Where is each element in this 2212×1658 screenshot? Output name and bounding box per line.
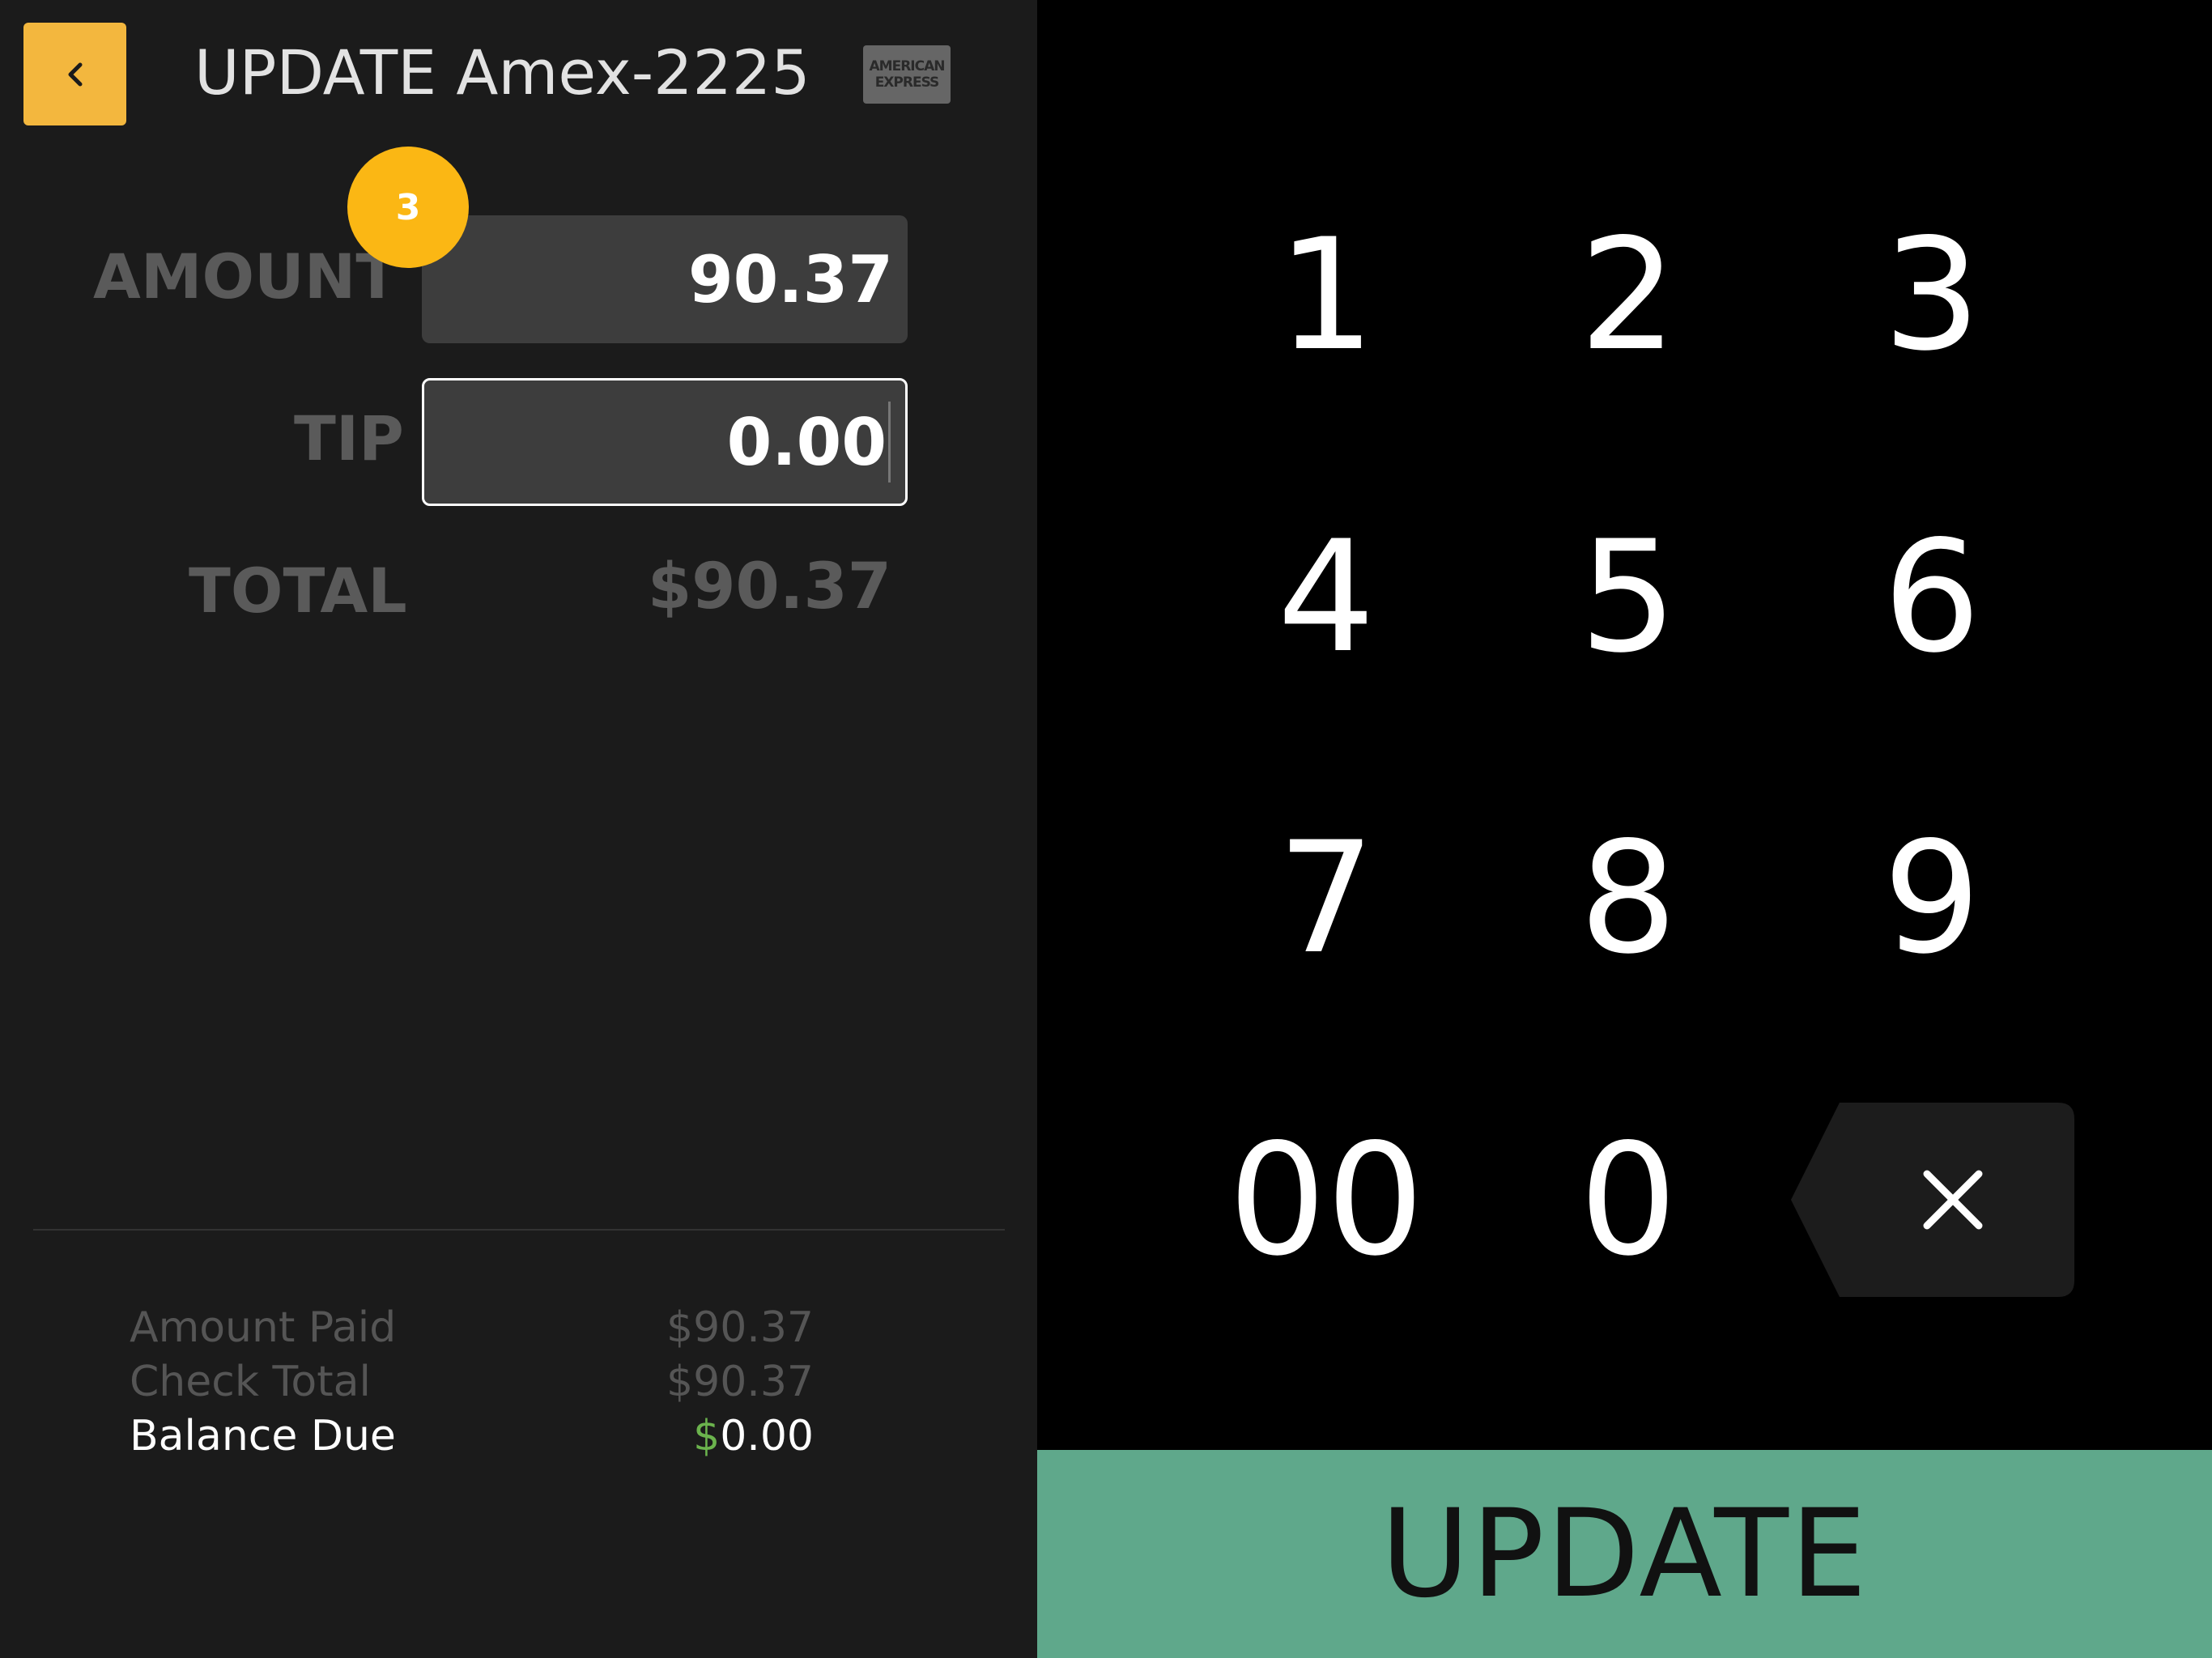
amount-paid-label: Amount Paid — [130, 1303, 397, 1352]
key-3[interactable]: 3 — [1810, 174, 2053, 417]
backspace-button[interactable] — [1791, 1103, 2074, 1297]
key-5[interactable]: 5 — [1507, 476, 1750, 719]
update-button[interactable]: UPDATE — [1037, 1450, 2212, 1658]
balance-due-value: 0.00 — [720, 1412, 814, 1460]
key-8[interactable]: 8 — [1507, 777, 1750, 1020]
check-total-label: Check Total — [130, 1358, 371, 1406]
app-root: UPDATE Amex-2225 AMERICAN EXPRESS AMOUNT… — [0, 0, 2212, 1658]
tip-field[interactable]: 0.00 — [422, 378, 908, 506]
balance-due-currency: $ — [693, 1412, 721, 1460]
amount-field[interactable]: 90.37 — [422, 215, 908, 343]
key-2[interactable]: 2 — [1507, 174, 1750, 417]
balance-due-label: Balance Due — [130, 1412, 396, 1460]
total-value: $90.37 — [648, 551, 891, 623]
card-logo-line1: AMERICAN — [869, 58, 946, 74]
key-00[interactable]: 00 — [1205, 1079, 1448, 1322]
tip-value: 0.00 — [726, 404, 887, 480]
key-7[interactable]: 7 — [1205, 777, 1448, 1020]
payment-panel: UPDATE Amex-2225 AMERICAN EXPRESS AMOUNT… — [0, 0, 1037, 1658]
amex-card-logo: AMERICAN EXPRESS — [863, 45, 951, 104]
tip-label: TIP — [294, 402, 404, 474]
backspace-shape — [1791, 1103, 2074, 1297]
key-6[interactable]: 6 — [1810, 476, 2053, 719]
key-1[interactable]: 1 — [1205, 174, 1448, 417]
page-title: UPDATE Amex-2225 — [194, 36, 810, 108]
divider — [33, 1229, 1005, 1231]
key-9[interactable]: 9 — [1810, 777, 2053, 1020]
chevron-left-icon — [68, 62, 82, 86]
amount-value: 90.37 — [687, 241, 893, 317]
key-0[interactable]: 0 — [1507, 1079, 1750, 1322]
text-caret — [888, 402, 891, 483]
check-total-value: $90.37 — [666, 1358, 814, 1406]
card-logo-line2: EXPRESS — [874, 74, 940, 91]
amount-paid-value: $90.37 — [666, 1303, 814, 1352]
amount-paid-row: Amount Paid $90.37 — [130, 1301, 814, 1354]
balance-due-amount: $0.00 — [693, 1409, 814, 1463]
key-4[interactable]: 4 — [1205, 476, 1448, 719]
back-button[interactable] — [23, 23, 126, 125]
balance-due-row: Balance Due $0.00 — [130, 1409, 814, 1463]
amount-label: AMOUNT — [93, 240, 398, 312]
seat-count-badge: 3 — [347, 147, 469, 268]
keypad-panel: 1 2 3 4 5 6 7 8 9 00 0 UPDATE — [1037, 0, 2212, 1658]
total-label: TOTAL — [189, 555, 407, 627]
check-total-row: Check Total $90.37 — [130, 1355, 814, 1409]
